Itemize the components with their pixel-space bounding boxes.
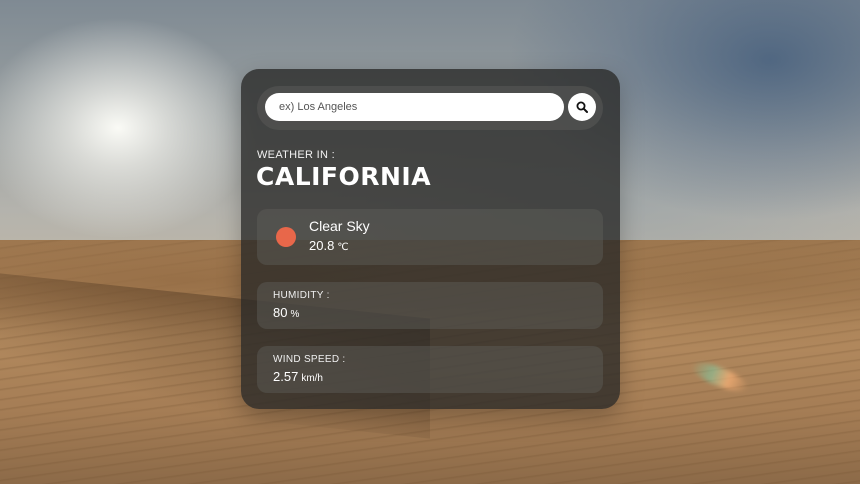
wind-speed-reading: 2.57 km/h bbox=[273, 369, 323, 384]
humidity-panel: HUMIDITY : 80% bbox=[257, 282, 603, 329]
humidity-unit: % bbox=[290, 309, 300, 320]
temperature: 20.8 ℃ bbox=[309, 238, 349, 253]
temperature-unit: ℃ bbox=[337, 242, 349, 253]
condition-panel: Clear Sky 20.8 ℃ bbox=[257, 209, 603, 265]
temperature-value: 20.8 bbox=[309, 238, 335, 253]
weather-card: WEATHER IN : CALIFORNIA Clear Sky 20.8℃ … bbox=[241, 69, 620, 409]
search-button[interactable] bbox=[568, 93, 596, 121]
humidity-label: HUMIDITY : bbox=[273, 290, 330, 301]
wind-speed-label: WIND SPEED : bbox=[273, 354, 346, 365]
search-input[interactable] bbox=[265, 93, 564, 121]
humidity-reading: 80% bbox=[273, 305, 299, 320]
weather-in-label: WEATHER IN : bbox=[257, 149, 335, 161]
humidity-value: 80 bbox=[273, 305, 288, 320]
wind-panel: WIND SPEED : 2.57 km/h bbox=[257, 346, 603, 393]
city-name: CALIFORNIA bbox=[256, 162, 432, 191]
condition-description: Clear Sky bbox=[309, 218, 370, 234]
search-icon bbox=[576, 101, 588, 113]
wind-speed-value: 2.57 bbox=[273, 369, 299, 384]
wind-speed-unit: km/h bbox=[301, 373, 323, 384]
sun-icon bbox=[276, 227, 296, 247]
search-bar bbox=[257, 86, 603, 130]
